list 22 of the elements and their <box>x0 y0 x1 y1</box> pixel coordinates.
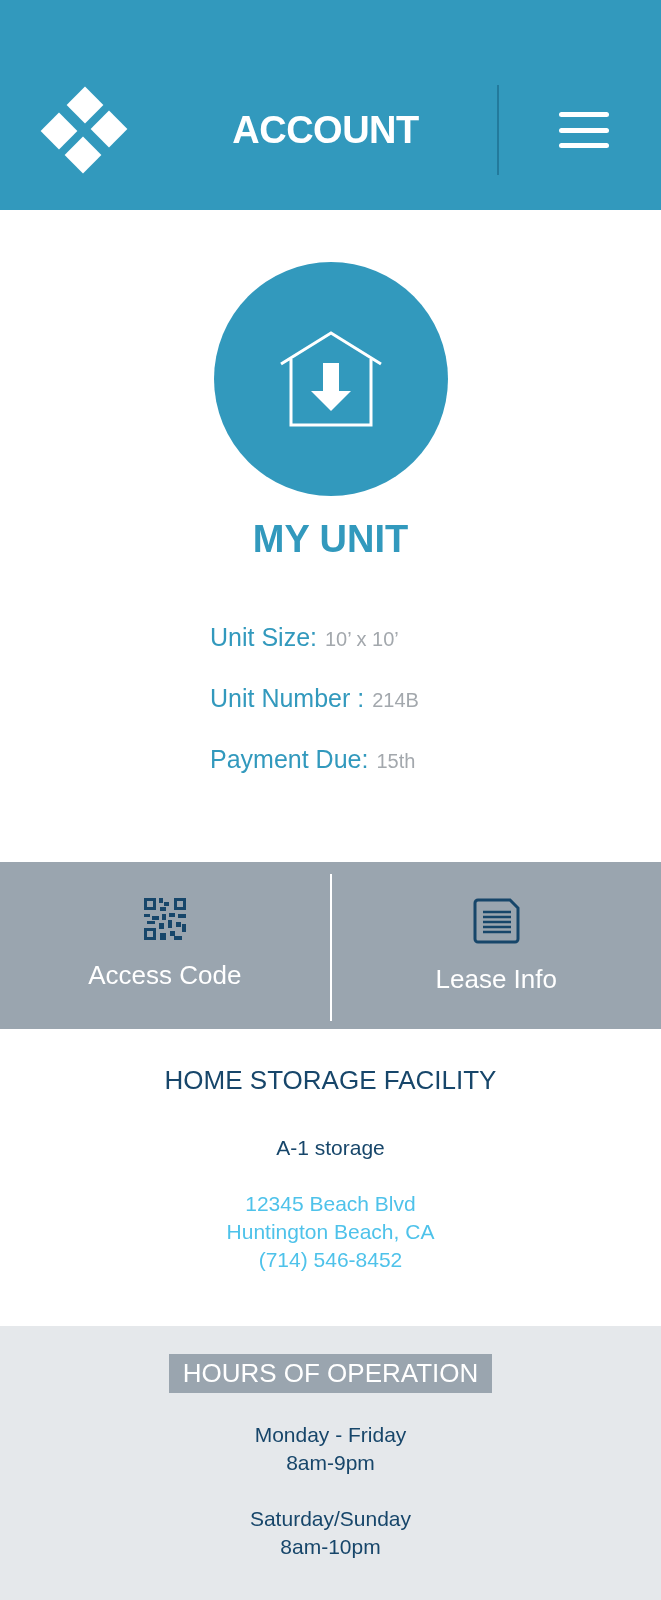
house-download-icon <box>278 331 383 427</box>
menu-button[interactable] <box>559 112 609 148</box>
document-icon <box>472 898 520 944</box>
facility-name: A-1 storage <box>276 1136 385 1160</box>
hours-time: 8am-10pm <box>279 1534 382 1560</box>
detail-label: Unit Number : <box>210 684 365 713</box>
address-line: 12345 Beach Blvd <box>244 1191 417 1217</box>
hours-days: Saturday/Sunday <box>249 1505 412 1533</box>
facility-heading: HOME STORAGE FACILITY <box>164 1065 497 1096</box>
phone-link[interactable]: (714) 546-8452 <box>258 1248 403 1271</box>
address-line: Huntington Beach, CA <box>226 1219 435 1245</box>
detail-value: 10’ x 10’ <box>325 628 399 651</box>
page-title: ACCOUNT <box>231 108 420 152</box>
detail-label: Unit Size: <box>210 623 317 652</box>
hours-heading: HOURS OF OPERATION <box>168 1354 493 1393</box>
hours-time: 8am-9pm <box>285 1450 376 1476</box>
section-title: MY UNIT <box>251 518 410 561</box>
hours-days: Monday - Friday <box>254 1421 407 1449</box>
detail-label: Payment Due: <box>210 745 369 774</box>
qr-code-icon <box>143 898 186 940</box>
detail-value: 214B <box>372 689 419 712</box>
detail-value: 15th <box>376 750 416 773</box>
